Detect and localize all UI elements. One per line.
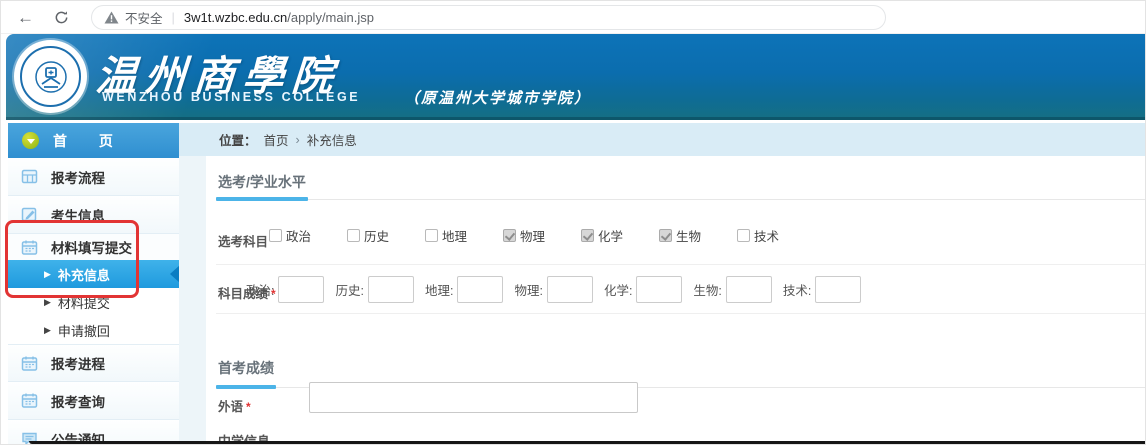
required-asterisk: *	[246, 400, 251, 414]
form-panel: 选考/学业水平 选考科目* 政治 历史 地理	[206, 156, 1146, 445]
grid-icon	[21, 168, 38, 185]
sidebar-subitem-withdraw-application[interactable]: ▶ 申请撤回	[8, 316, 179, 344]
sidebar-item-candidate-info[interactable]: 考生信息	[8, 196, 179, 234]
row-divider	[216, 313, 1146, 314]
subject-checkbox-item[interactable]: 化学	[581, 226, 659, 245]
score-group-biology: 生物:	[693, 276, 771, 303]
window-bottom-edge	[29, 441, 1145, 444]
checkbox-history[interactable]	[347, 229, 360, 242]
score-group-history: 历史:	[335, 276, 413, 303]
score-group-physics: 物理:	[514, 276, 592, 303]
sidebar-nav: 首 页 报考流程 考生信息 材料填写提交 ▶ 补充信息 ▶	[8, 123, 179, 445]
refresh-icon[interactable]	[54, 10, 69, 25]
subject-checkbox-item[interactable]: 物理	[503, 226, 581, 245]
sidebar-item-label: 考生信息	[51, 205, 105, 225]
submenu-arrow-icon: ▶	[44, 325, 51, 336]
sidebar-item-material-submit-group[interactable]: 材料填写提交	[8, 234, 179, 260]
score-input-technology[interactable]	[815, 276, 861, 303]
score-input-geography[interactable]	[457, 276, 503, 303]
scores-input-row: 政治: 历史: 地理: 物理: 化学:	[246, 276, 872, 303]
foreign-language-input[interactable]	[309, 382, 638, 413]
score-group-geography: 地理:	[425, 276, 503, 303]
main-content: 位置： 首页 › 补充信息 选考/学业水平 选考科目* 政治 历史	[179, 123, 1146, 445]
breadcrumb: 位置： 首页 › 补充信息	[179, 123, 1146, 156]
subject-checkbox-item[interactable]: 地理	[425, 226, 503, 245]
breadcrumb-home-link[interactable]: 首页	[264, 130, 289, 149]
foreign-language-label: 外语*	[218, 396, 251, 415]
browser-toolbar: ← 不安全 | 3w1t.wzbc.edu.cn /apply/main.jsp	[1, 1, 1146, 34]
sidebar-item-label: 材料填写提交	[51, 237, 132, 257]
calendar-icon	[21, 239, 38, 256]
chevron-down-circle-icon	[22, 132, 39, 149]
subject-checkbox-item[interactable]: 技术	[737, 226, 815, 245]
school-name-english: WENZHOU BUSINESS COLLEGE	[102, 90, 360, 104]
security-warning-icon[interactable]	[104, 11, 119, 24]
checkbox-politics[interactable]	[269, 229, 282, 242]
sidebar-item-home[interactable]: 首 页	[8, 123, 179, 158]
edit-icon	[21, 206, 38, 223]
address-bar[interactable]: 不安全 | 3w1t.wzbc.edu.cn /apply/main.jsp	[91, 5, 886, 30]
score-input-biology[interactable]	[726, 276, 772, 303]
section-divider	[216, 199, 1146, 200]
sidebar-home-label: 首 页	[53, 131, 127, 151]
school-seal-icon	[20, 46, 81, 107]
score-group-politics: 政治:	[246, 276, 324, 303]
submenu-arrow-icon: ▶	[44, 269, 51, 280]
calendar-icon	[21, 392, 38, 409]
calendar-icon	[21, 355, 38, 372]
section-title-underline	[216, 385, 276, 389]
sidebar-item-application-query[interactable]: 报考查询	[8, 382, 179, 420]
subject-checkbox-item[interactable]: 政治	[269, 226, 347, 245]
checkbox-technology[interactable]	[737, 229, 750, 242]
subject-checkbox-item[interactable]: 历史	[347, 226, 425, 245]
url-domain[interactable]: 3w1t.wzbc.edu.cn	[184, 10, 287, 25]
breadcrumb-separator-icon: ›	[296, 133, 300, 147]
checkbox-chemistry[interactable]	[581, 229, 594, 242]
breadcrumb-current: 补充信息	[307, 130, 357, 149]
school-former-name: （原温州大学城市学院）	[404, 87, 591, 108]
breadcrumb-prefix: 位置：	[219, 130, 257, 149]
score-group-chemistry: 化学:	[604, 276, 682, 303]
subjects-field-label: 选考科目*	[218, 231, 276, 250]
section-title-first-exam: 首考成绩	[218, 358, 274, 378]
back-icon[interactable]: ←	[17, 9, 34, 26]
school-logo	[14, 40, 87, 113]
sidebar-subitem-label: 材料提交	[58, 293, 110, 312]
sidebar-subitem-label: 申请撤回	[58, 321, 110, 340]
score-input-physics[interactable]	[547, 276, 593, 303]
sidebar-item-application-progress[interactable]: 报考进程	[8, 344, 179, 382]
submenu-arrow-icon: ▶	[44, 297, 51, 308]
checkbox-physics[interactable]	[503, 229, 516, 242]
sidebar-item-label: 报考进程	[51, 353, 105, 373]
sidebar-subitem-supplementary-info[interactable]: ▶ 补充信息	[8, 260, 179, 288]
sidebar-subitem-material-submit[interactable]: ▶ 材料提交	[8, 288, 179, 316]
subjects-checkbox-row: 政治 历史 地理 物理 化学	[269, 226, 815, 245]
score-input-politics[interactable]	[278, 276, 324, 303]
url-path[interactable]: /apply/main.jsp	[287, 10, 374, 25]
security-warning-label[interactable]: 不安全	[125, 8, 163, 27]
row-divider	[216, 264, 1146, 265]
site-header-banner: 温州商學院 WENZHOU BUSINESS COLLEGE （原温州大学城市学…	[6, 34, 1146, 120]
score-input-chemistry[interactable]	[636, 276, 682, 303]
checkbox-biology[interactable]	[659, 229, 672, 242]
subject-checkbox-item[interactable]: 生物	[659, 226, 737, 245]
checkbox-geography[interactable]	[425, 229, 438, 242]
section-title-underline	[216, 197, 308, 201]
sidebar-item-label: 报考流程	[51, 167, 105, 187]
score-input-history[interactable]	[368, 276, 414, 303]
sidebar-item-application-process[interactable]: 报考流程	[8, 158, 179, 196]
sidebar-item-label: 报考查询	[51, 391, 105, 411]
address-divider: |	[172, 10, 175, 25]
score-group-technology: 技术:	[783, 276, 861, 303]
section-title-selective-exam: 选考/学业水平	[218, 172, 306, 192]
browser-window: ← 不安全 | 3w1t.wzbc.edu.cn /apply/main.jsp	[0, 0, 1146, 445]
sidebar-subitem-label: 补充信息	[58, 265, 110, 284]
